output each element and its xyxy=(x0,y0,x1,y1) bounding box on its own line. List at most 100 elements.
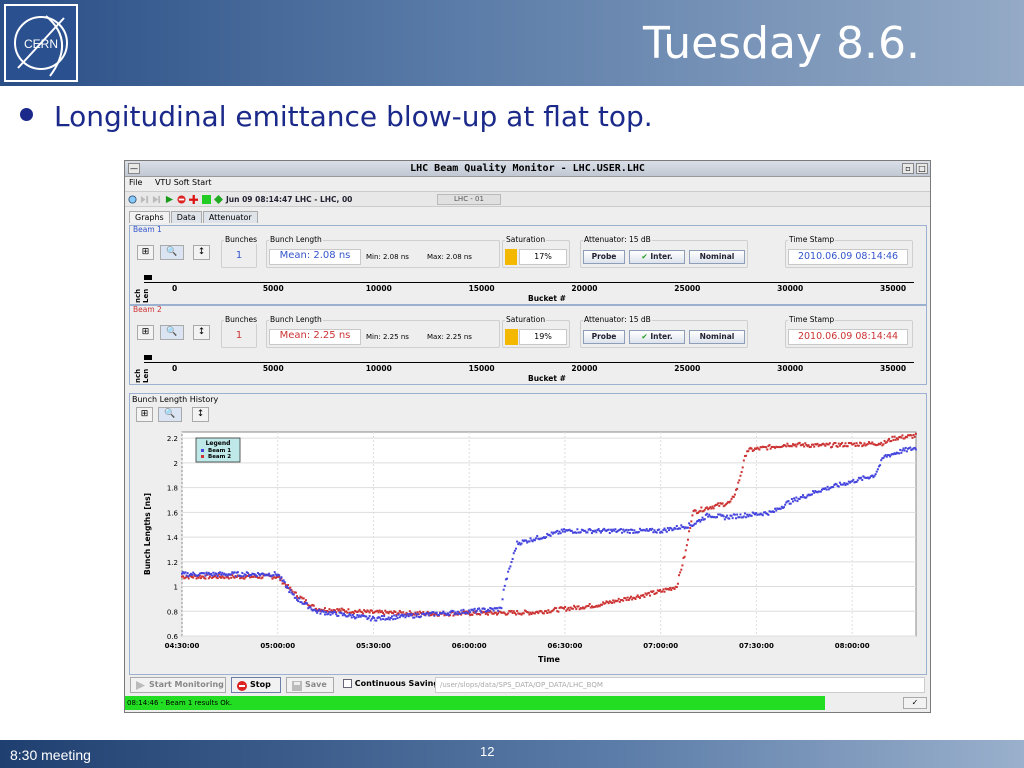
save-button[interactable]: Save xyxy=(286,677,334,693)
data-point xyxy=(807,444,810,447)
data-point xyxy=(618,600,621,603)
data-point xyxy=(901,449,904,452)
maximize-icon[interactable]: □ xyxy=(916,163,928,174)
data-point xyxy=(556,529,559,532)
data-point xyxy=(529,537,532,540)
lhc-selector[interactable]: LHC - 01 xyxy=(437,194,501,205)
history-zoom-icon[interactable]: 🔍 xyxy=(158,407,182,422)
data-point xyxy=(736,513,739,516)
beam2-zoom-icon[interactable]: 🔍 xyxy=(160,325,184,340)
slide-footer: 8:30 meeting 12 xyxy=(0,740,1024,768)
skip-back-icon[interactable] xyxy=(140,195,149,204)
beam1-vscale-icon[interactable]: ↕ xyxy=(193,245,210,260)
data-point xyxy=(187,577,190,580)
beam2-attenuator-group: Attenuator: 15 dB Probe ✔ Inter. Nominal xyxy=(580,315,748,348)
beam2-vscale-icon[interactable]: ↕ xyxy=(193,325,210,340)
data-point xyxy=(619,528,622,531)
data-point xyxy=(453,613,456,616)
data-point xyxy=(721,502,724,505)
data-point xyxy=(628,532,631,535)
data-point xyxy=(427,614,430,617)
data-point xyxy=(356,614,359,617)
beam1-fit-icon[interactable]: ⊞ xyxy=(137,245,154,260)
beam1-inter-button[interactable]: ✔ Inter. xyxy=(629,250,685,264)
stop-button[interactable]: Stop xyxy=(231,677,281,693)
data-point xyxy=(500,607,503,610)
data-point xyxy=(567,606,570,609)
play-icon xyxy=(136,681,145,690)
data-point xyxy=(570,529,573,532)
data-point xyxy=(913,435,916,438)
history-fit-icon[interactable]: ⊞ xyxy=(136,407,153,422)
history-vscale-icon[interactable]: ↕ xyxy=(192,407,209,422)
data-point xyxy=(497,609,500,612)
data-point xyxy=(683,555,686,558)
start-monitoring-button[interactable]: Start Monitoring xyxy=(130,677,226,693)
beam2-xlabel: Bucket # xyxy=(528,374,566,383)
data-point xyxy=(506,577,509,580)
data-point xyxy=(904,446,907,449)
beam2-fit-icon[interactable]: ⊞ xyxy=(137,325,154,340)
data-point xyxy=(561,530,564,533)
tab-attenuator[interactable]: Attenuator xyxy=(202,211,258,223)
data-point xyxy=(316,611,319,614)
data-point xyxy=(435,611,438,614)
data-point xyxy=(204,577,207,580)
beam1-bunches-value: 1 xyxy=(235,250,243,261)
page-number: 12 xyxy=(480,744,495,759)
data-point xyxy=(473,607,476,610)
beam2-inter-button[interactable]: ✔ Inter. xyxy=(629,330,685,344)
data-point xyxy=(302,597,305,600)
data-point xyxy=(793,497,796,500)
minimize-icon[interactable]: ▫ xyxy=(902,163,914,174)
data-point xyxy=(392,618,395,621)
data-point xyxy=(838,444,841,447)
tab-graphs[interactable]: Graphs xyxy=(129,211,170,223)
data-point xyxy=(328,611,331,614)
data-point xyxy=(452,610,455,613)
data-point xyxy=(728,517,731,520)
data-point xyxy=(337,614,340,617)
tab-data[interactable]: Data xyxy=(170,211,202,223)
beam1-nominal-button[interactable]: Nominal xyxy=(689,250,745,264)
data-point xyxy=(442,610,445,613)
data-point xyxy=(590,532,593,535)
refresh-icon[interactable] xyxy=(128,195,137,204)
beam2-inter-label: Inter. xyxy=(650,332,673,341)
data-point xyxy=(576,528,579,531)
menu-file[interactable]: File xyxy=(129,178,142,187)
data-point xyxy=(912,433,915,436)
data-point xyxy=(502,588,505,591)
data-point xyxy=(783,506,786,509)
cern-logo: CERN xyxy=(4,4,78,82)
data-point xyxy=(779,507,782,510)
y-tick-label: 0.6 xyxy=(167,633,179,641)
beam2-nominal-button[interactable]: Nominal xyxy=(689,330,745,344)
history-chart[interactable]: 0.6 0.8 1 1.2 1.4 1.6 1.8 2 2.2 04:30:00 05:00:00 0… xyxy=(130,426,926,674)
stop-icon[interactable] xyxy=(177,195,186,204)
data-point xyxy=(900,451,903,454)
data-point xyxy=(461,611,464,614)
add-icon[interactable] xyxy=(189,195,198,204)
data-point xyxy=(319,612,322,615)
menu-vtu-soft-start[interactable]: VTU Soft Start xyxy=(155,178,212,187)
y-tick-label: 1.6 xyxy=(167,509,179,517)
play-icon[interactable] xyxy=(165,195,174,204)
beam2-probe-button[interactable]: Probe xyxy=(583,330,625,344)
stop-label: Stop xyxy=(250,680,271,689)
save-path-field[interactable]: /user/slops/data/SPS_DATA/OP_DATA/LHC_BQ… xyxy=(435,677,925,693)
bullet-dot xyxy=(20,108,33,121)
data-point xyxy=(234,575,237,578)
data-point xyxy=(589,529,592,532)
continuous-saving-checkbox[interactable]: Continuous Saving xyxy=(343,679,439,688)
data-point xyxy=(510,609,513,612)
beam1-probe-button[interactable]: Probe xyxy=(583,250,625,264)
data-point xyxy=(358,608,361,611)
data-point xyxy=(625,599,628,602)
step-icon[interactable] xyxy=(152,195,161,204)
data-point xyxy=(752,449,755,452)
beam1-title: Beam 1 xyxy=(133,225,162,234)
beam1-zoom-icon[interactable]: 🔍 xyxy=(160,245,184,260)
data-point xyxy=(790,445,793,448)
status-check-icon[interactable]: ✓ xyxy=(903,697,927,709)
